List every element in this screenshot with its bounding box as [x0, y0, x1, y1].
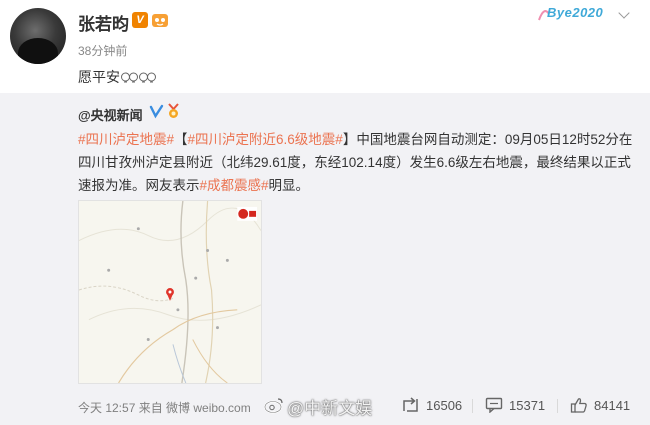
post-text-content: 愿平安 [78, 69, 120, 85]
post-text: 愿平安 [78, 67, 156, 87]
collect-label: Bye2020 [547, 5, 604, 20]
thumbs-up-icon [570, 398, 587, 413]
verified-badge-icon: V [132, 12, 148, 28]
post-time[interactable]: 38分钟前 [78, 42, 127, 59]
topic-tag[interactable]: #四川泸定附近6.6级地震# [188, 132, 343, 147]
topic-tag[interactable]: #成都震感# [200, 178, 269, 193]
divider [472, 399, 473, 413]
medal-icon [168, 103, 179, 118]
repost-count: 16506 [426, 398, 463, 413]
pray-icon [139, 72, 156, 83]
repost-icon [403, 397, 418, 412]
bracket-open: 【 [174, 132, 188, 147]
pray-icon [121, 72, 138, 83]
vip-icon [152, 14, 168, 27]
divider [557, 399, 558, 413]
comment-icon [485, 397, 503, 413]
avatar[interactable] [10, 8, 66, 64]
repost-body-text: 明显。 [268, 178, 310, 193]
weibo-logo-icon [264, 398, 283, 414]
topic-tag[interactable]: #四川泸定地震# [78, 132, 174, 147]
watermark: @中新文娱 [287, 399, 373, 418]
weibo-post: 张若昀 V 38分钟前 愿平安 Bye2020 @央视新闻 #四川泸定地震#【#… [0, 0, 650, 425]
repost-text: #四川泸定地震#【#四川泸定附近6.6级地震#】中国地震台网自动测定：09月05… [78, 128, 644, 197]
like-count: 84141 [594, 398, 631, 413]
author-name[interactable]: 张若昀 [78, 10, 129, 35]
repost-source-name[interactable]: @央视新闻 [78, 105, 143, 124]
map-image[interactable] [78, 200, 262, 384]
post-meta: 今天 12:57 来自 微博 weibo.com [78, 401, 251, 415]
comment-count: 15371 [509, 398, 546, 413]
collect-card[interactable]: Bye2020 [537, 2, 631, 24]
verified-blue-icon [149, 104, 164, 119]
